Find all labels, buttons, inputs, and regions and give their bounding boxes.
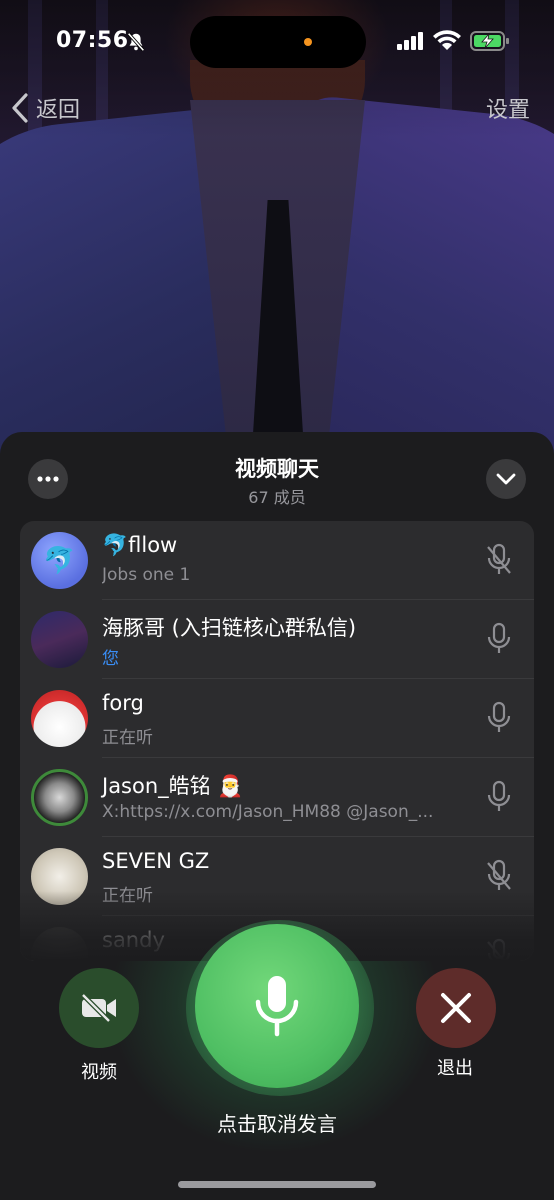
dynamic-island: [190, 16, 366, 68]
panel-title: 视频聊天: [235, 457, 319, 481]
mic-icon[interactable]: [486, 622, 512, 656]
recording-indicator-dot: [304, 38, 312, 46]
participant-name: SEVEN GZ: [102, 849, 210, 873]
mic-icon[interactable]: [486, 701, 512, 735]
participant-status: Jobs one 1: [102, 565, 191, 585]
participant-status: X:https://x.com/Jason_HM88 @Jason_...: [102, 802, 434, 822]
list-item[interactable]: 🐬 🐬fllow Jobs one 1: [20, 521, 534, 600]
participant-name: forg: [102, 691, 144, 715]
mic-off-icon[interactable]: [486, 543, 512, 577]
exit-label: 退出: [437, 1058, 473, 1079]
mic-off-icon[interactable]: [486, 859, 512, 893]
settings-button[interactable]: 设置: [486, 92, 530, 124]
list-item[interactable]: forg 正在听: [20, 679, 534, 758]
participant-status: 您: [102, 649, 119, 669]
signal-icon: [397, 32, 423, 50]
participant-list[interactable]: 🐬 🐬fllow Jobs one 1 海豚哥 (入扫链核心群私信) 您 for…: [20, 521, 534, 961]
participant-name: 海豚哥 (入扫链核心群私信): [102, 616, 357, 640]
back-label: 返回: [36, 98, 81, 123]
list-item[interactable]: 海豚哥 (入扫链核心群私信) 您: [20, 600, 534, 679]
member-count: 67 成员: [248, 488, 306, 507]
speak-button[interactable]: [195, 924, 359, 1088]
list-item[interactable]: Jason_皓铭 🎅 X:https://x.com/Jason_HM88 @J…: [20, 758, 534, 837]
status-bar: 07:56: [0, 0, 554, 80]
participant-name: 🐬fllow: [102, 533, 178, 557]
home-indicator[interactable]: [178, 1181, 376, 1188]
status-time: 07:56: [56, 28, 129, 53]
video-off-icon: [81, 993, 116, 1023]
avatar: [31, 611, 88, 668]
participant-name: Jason_皓铭 🎅: [102, 774, 244, 798]
mic-icon[interactable]: [486, 780, 512, 814]
chevron-left-icon: [12, 93, 28, 123]
video-toggle-button[interactable]: [59, 968, 139, 1048]
avatar: [31, 769, 88, 826]
wifi-icon: [433, 30, 461, 50]
speak-label: 点击取消发言: [217, 1112, 337, 1136]
close-icon: [441, 993, 471, 1023]
avatar: [31, 690, 88, 747]
video-label: 视频: [81, 1062, 117, 1083]
collapse-button[interactable]: [486, 459, 526, 499]
participant-status: 正在听: [102, 728, 153, 748]
battery-charging-icon: [470, 31, 509, 51]
bell-off-icon: [127, 32, 145, 52]
avatar: 🐬: [31, 532, 88, 589]
exit-button[interactable]: [416, 968, 496, 1048]
mic-icon: [255, 976, 299, 1037]
back-button[interactable]: 返回: [10, 90, 80, 126]
chevron-down-icon: [496, 473, 516, 485]
video-chat-panel: 视频聊天 67 成员 🐬 🐬fllow Jobs one 1 海豚哥 (入扫链核…: [0, 432, 554, 1200]
